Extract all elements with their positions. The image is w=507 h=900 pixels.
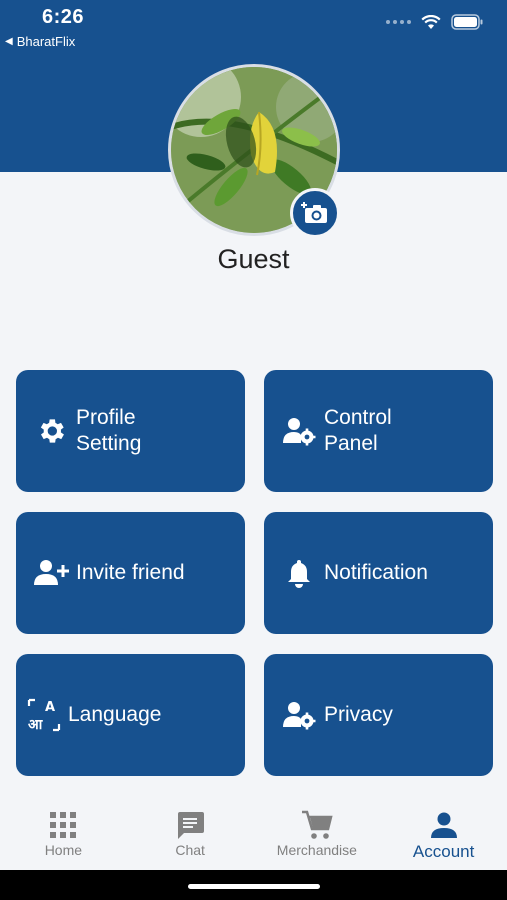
bell-icon — [276, 558, 322, 588]
wifi-icon — [421, 14, 441, 29]
user-plus-icon — [28, 559, 74, 587]
camera-plus-icon — [301, 202, 327, 223]
control-panel-button[interactable]: Control Panel — [264, 370, 493, 492]
status-bar: 6:26 ◀ BharatFlix — [0, 0, 507, 56]
language-button[interactable]: A आ Language — [16, 654, 245, 776]
back-app-label: BharatFlix — [16, 34, 76, 49]
notification-label: Notification — [324, 561, 428, 584]
notification-button[interactable]: Notification — [264, 512, 493, 634]
profile-setting-label: Profile Setting — [76, 406, 142, 455]
control-panel-label: Control Panel — [324, 406, 392, 455]
nav-merchandise-label: Merchandise — [276, 842, 357, 858]
nav-chat-label: Chat — [175, 842, 205, 858]
cart-icon — [301, 808, 333, 842]
nav-chat[interactable]: Chat — [127, 796, 254, 870]
system-bottom-bar — [0, 870, 507, 900]
profile-setting-button[interactable]: Profile Setting — [16, 370, 245, 492]
nav-merchandise[interactable]: Merchandise — [254, 796, 381, 870]
gear-icon — [28, 415, 74, 447]
chat-icon — [175, 808, 205, 842]
translate-icon: A आ — [22, 698, 66, 732]
language-label: Language — [68, 703, 162, 726]
user-gear-icon — [276, 416, 322, 446]
back-triangle-icon: ◀ — [5, 36, 13, 47]
nav-account-label: Account — [412, 842, 475, 861]
nav-account[interactable]: Account — [380, 796, 507, 870]
status-time: 6:26 — [42, 6, 85, 28]
signal-dots-icon — [386, 20, 411, 24]
avatar-container — [168, 64, 340, 238]
change-photo-button[interactable] — [290, 188, 340, 238]
user-gear-icon — [276, 700, 322, 730]
home-indicator[interactable] — [188, 884, 320, 889]
invite-friend-label: Invite friend — [76, 561, 185, 584]
nav-home[interactable]: Home — [0, 796, 127, 870]
back-to-app-link[interactable]: ◀ BharatFlix — [5, 34, 75, 49]
nav-home-label: Home — [44, 842, 83, 858]
person-icon — [430, 808, 458, 842]
bottom-navigation: Home Chat Merchandise Account — [0, 796, 507, 870]
profile-name: Guest — [217, 244, 290, 274]
battery-icon — [451, 14, 483, 30]
privacy-button[interactable]: Privacy — [264, 654, 493, 776]
status-indicators — [386, 14, 483, 30]
grid-icon — [50, 808, 77, 842]
svg-text:A: A — [45, 700, 55, 715]
svg-text:आ: आ — [28, 717, 43, 732]
privacy-label: Privacy — [324, 703, 393, 726]
invite-friend-button[interactable]: Invite friend — [16, 512, 245, 634]
